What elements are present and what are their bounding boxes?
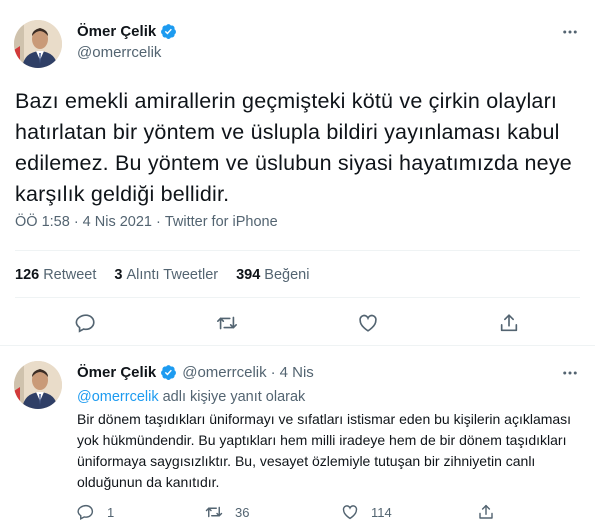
retweet-stat[interactable]: 126 Retweet [15,267,96,283]
quote-stat[interactable]: 3 Alıntı Tweetler [114,267,218,283]
tweet-actions [0,312,595,342]
avatar[interactable] [14,20,62,68]
reply-author-handle[interactable]: @omerrcelik [182,364,266,381]
tweet-text: Bazı emekli amirallerin geçmişteki kötü … [15,89,572,206]
replying-to: @omerrcelik adlı kişiye yanıt olarak [77,389,305,405]
meta-separator: · [270,364,276,381]
share-icon [477,503,495,521]
author-display-name[interactable]: Ömer Çelik [77,23,156,40]
tweet-time[interactable]: ÖÖ 1:58 [15,214,70,230]
retweet-icon [216,312,238,334]
author-name-row: Ömer Çelik [77,23,177,40]
divider [15,297,580,298]
reply-author-row: Ömer Çelik @omerrcelik · 4 Nis [77,364,314,381]
tweet-source[interactable]: Twitter for iPhone [165,214,278,230]
like-count: 114 [371,504,392,520]
tweet-meta: ÖÖ 1:58 · 4 Nis 2021 · Twitter for iPhon… [15,214,278,230]
reply-date[interactable]: 4 Nis [280,364,314,381]
verified-badge-icon [160,23,177,40]
like-icon [341,503,359,521]
retweet-count: 36 [235,504,250,520]
share-icon [498,312,520,334]
reply-tweet[interactable]: Ömer Çelik @omerrcelik · 4 Nis @omerrcel… [0,347,595,531]
retweet-button[interactable] [216,312,238,334]
more-icon[interactable] [560,22,580,42]
verified-badge-icon [160,364,177,381]
reply-count: 1 [107,504,115,520]
avatar-image [14,361,62,409]
divider [15,250,580,251]
reply-author-display-name[interactable]: Ömer Çelik [77,364,156,381]
avatar-image [14,20,62,68]
main-tweet: Ömer Çelik @omerrcelik Bazı emekli amira… [0,0,595,346]
tweet-date[interactable]: 4 Nis 2021 [83,214,152,230]
reply-icon [75,312,97,334]
meta-separator: · [73,214,79,230]
reply-button[interactable] [75,312,97,334]
author-handle-row: @omerrcelik [77,44,161,61]
like-icon [357,312,379,334]
replying-to-label: adlı kişiye yanıt olarak [158,389,306,405]
retweet-icon [205,503,223,521]
tweet-stats: 126 Retweet 3 Alıntı Tweetler 394 Beğeni [15,267,327,283]
share-button[interactable] [498,312,520,334]
reply-button[interactable]: 1 [77,501,114,523]
replying-to-mention[interactable]: @omerrcelik [77,389,159,405]
share-button[interactable] [477,501,495,523]
author-handle[interactable]: @omerrcelik [77,44,161,61]
meta-separator: · [155,214,161,230]
like-stat[interactable]: 394 Beğeni [236,267,309,283]
retweet-button[interactable]: 36 [205,501,249,523]
reply-text: Bir dönem taşıdıkları üniformayı ve sıfa… [77,411,572,490]
reply-icon [77,503,95,521]
avatar[interactable] [14,361,62,409]
like-button[interactable] [357,312,379,334]
like-button[interactable]: 114 [341,501,392,523]
more-icon[interactable] [560,363,580,383]
